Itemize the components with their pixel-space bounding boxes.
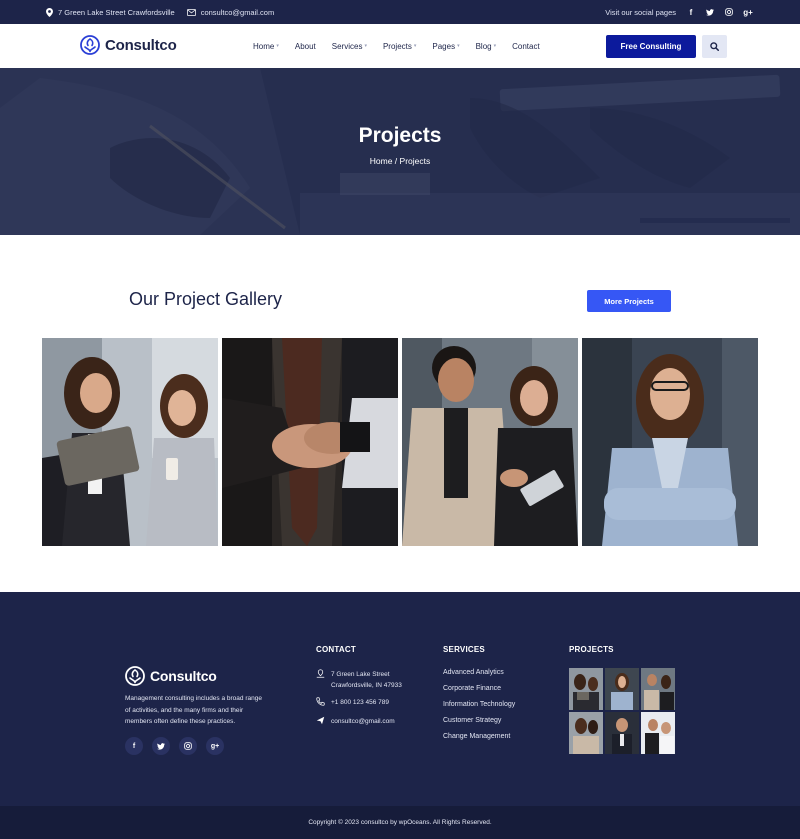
footer-project-thumbnails — [569, 668, 675, 754]
project-thumbnail[interactable] — [605, 668, 639, 710]
nav-item-projects[interactable]: Projects ▾ — [383, 42, 416, 51]
footer-contact: 7 Green Lake Street Crawfordsville, IN 4… — [316, 669, 402, 735]
logo-mark-icon — [125, 666, 145, 686]
chevron-down-icon: ▾ — [493, 43, 497, 49]
footer-services: Advanced Analytics Corporate Finance Inf… — [443, 669, 515, 749]
footer-service-link[interactable]: Advanced Analytics — [443, 669, 515, 685]
facebook-icon[interactable]: f — [125, 737, 143, 755]
project-photo[interactable] — [42, 338, 218, 546]
footer-service-link[interactable]: Information Technology — [443, 701, 515, 717]
topbar-email-text[interactable]: consultco@gmail.com — [201, 8, 274, 17]
nav-label[interactable]: Projects — [383, 42, 412, 51]
facebook-icon[interactable]: f — [687, 8, 695, 17]
twitter-icon[interactable] — [706, 8, 714, 16]
footer-phone[interactable]: +1 800 123 456 789 — [316, 697, 402, 710]
hero-overlay — [0, 68, 800, 235]
project-thumbnail[interactable] — [641, 712, 675, 754]
nav-item-contact[interactable]: Contact — [512, 42, 540, 51]
nav-label[interactable]: About — [295, 42, 316, 51]
chevron-down-icon: ▾ — [457, 43, 460, 49]
topbar-email[interactable]: consultco@gmail.com — [186, 8, 274, 17]
nav-label[interactable]: Home — [253, 42, 274, 51]
copyright-bar: Copyright © 2023 consultco by wpOceans. … — [0, 806, 800, 839]
project-thumbnail[interactable] — [641, 668, 675, 710]
nav-label[interactable]: Contact — [512, 42, 540, 51]
copyright-text: Copyright © 2023 consultco by wpOceans. … — [308, 819, 492, 826]
footer-service-link[interactable]: Corporate Finance — [443, 685, 515, 701]
project-photo[interactable] — [402, 338, 578, 546]
brand-logo[interactable]: Consultco — [80, 35, 177, 55]
phone-icon — [316, 697, 325, 710]
main-nav: Home ▾ About Services ▾ Projects ▾ Pages ▾ B… — [253, 24, 540, 68]
email-icon — [186, 8, 196, 16]
more-projects-button[interactable]: More Projects — [587, 290, 671, 312]
footer-email-text[interactable]: consultco@gmail.com — [331, 716, 395, 727]
gallery-title: Our Project Gallery — [129, 289, 283, 309]
nav-item-blog[interactable]: Blog ▾ — [476, 42, 497, 51]
logo-mark-icon — [80, 35, 100, 55]
project-photo[interactable] — [582, 338, 758, 546]
google-plus-icon[interactable]: g+ — [743, 8, 753, 17]
breadcrumb[interactable]: Home / Projects — [0, 156, 800, 166]
nav-item-pages[interactable]: Pages ▾ — [432, 42, 459, 51]
footer-services-title: SERVICES — [443, 645, 485, 654]
footer-address-line1: 7 Green Lake Street — [331, 671, 390, 678]
topbar-address-text: 7 Green Lake Street Crawfordsville — [58, 7, 175, 17]
site-header: Consultco Home ▾ About Services ▾ Projects… — [0, 24, 800, 68]
project-thumbnail[interactable] — [605, 712, 639, 754]
footer-email[interactable]: consultco@gmail.com — [316, 716, 402, 729]
brand-name: Consultco — [105, 36, 177, 54]
search-button[interactable] — [702, 35, 727, 58]
instagram-icon[interactable] — [725, 8, 733, 16]
project-thumbnail[interactable] — [569, 712, 603, 754]
nav-item-home[interactable]: Home ▾ — [253, 42, 279, 51]
footer-projects-title: PROJECTS — [569, 645, 614, 654]
project-thumbnail[interactable] — [569, 668, 603, 710]
nav-item-about[interactable]: About — [295, 42, 316, 51]
free-consulting-button[interactable]: Free Consulting — [606, 35, 696, 58]
project-photo[interactable] — [222, 338, 398, 546]
chevron-down-icon: ▾ — [413, 43, 417, 49]
nav-item-services[interactable]: Services ▾ — [332, 42, 367, 51]
send-icon — [316, 716, 325, 729]
project-gallery — [42, 338, 758, 546]
search-icon — [710, 42, 719, 51]
map-icon — [316, 669, 325, 682]
topbar-address: 7 Green Lake Street Crawfordsville — [46, 7, 175, 17]
footer-brand-name: Consultco — [150, 668, 217, 684]
nav-label[interactable]: Services — [332, 42, 363, 51]
footer-description: Management consulting includes a broad r… — [125, 695, 262, 725]
chevron-down-icon: ▾ — [276, 43, 279, 49]
page-hero: Projects Home / Projects — [0, 68, 800, 235]
footer-address-line2: Crawfordsville, IN 47933 — [331, 682, 402, 689]
page-title: Projects — [358, 124, 442, 147]
footer-phone-text[interactable]: +1 800 123 456 789 — [331, 697, 389, 708]
google-plus-icon[interactable]: g+ — [206, 737, 224, 755]
location-pin-icon — [46, 7, 53, 17]
footer-social-links: f g+ — [125, 737, 224, 755]
footer-address: 7 Green Lake Street Crawfordsville, IN 4… — [316, 669, 402, 691]
instagram-icon[interactable] — [179, 737, 197, 755]
site-footer: Consultco Management consulting includes… — [0, 592, 800, 806]
nav-label[interactable]: Blog — [476, 42, 492, 51]
social-label: Visit our social pages — [605, 7, 676, 17]
footer-contact-title: CONTACT — [316, 645, 356, 654]
footer-service-link[interactable]: Customer Strategy — [443, 717, 515, 733]
top-bar: 7 Green Lake Street Crawfordsville consu… — [0, 0, 800, 24]
twitter-icon[interactable] — [152, 737, 170, 755]
footer-logo[interactable]: Consultco — [125, 666, 217, 686]
footer-service-link[interactable]: Change Management — [443, 733, 515, 749]
nav-label[interactable]: Pages — [432, 42, 455, 51]
chevron-down-icon: ▾ — [364, 43, 367, 49]
